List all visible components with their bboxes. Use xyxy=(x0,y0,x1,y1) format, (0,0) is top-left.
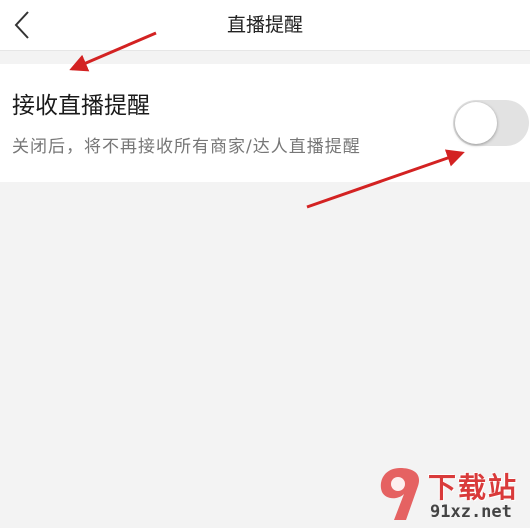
setting-description: 关闭后，将不再接收所有商家/达人直播提醒 xyxy=(12,137,361,157)
watermark-domain: 91xz.net xyxy=(430,502,512,522)
site-watermark: 下载站 91xz.net xyxy=(372,464,530,528)
setting-title: 接收直播提醒 xyxy=(12,93,150,119)
watermark-brand: 下载站 xyxy=(428,471,519,504)
live-reminder-toggle[interactable] xyxy=(453,100,529,146)
toggle-knob xyxy=(455,102,497,144)
page-title: 直播提醒 xyxy=(226,14,303,36)
site-logo-icon xyxy=(380,468,420,520)
live-reminder-setting-row: 接收直播提醒 关闭后，将不再接收所有商家/达人直播提醒 xyxy=(0,64,530,182)
top-nav-bar: 直播提醒 xyxy=(0,0,530,51)
